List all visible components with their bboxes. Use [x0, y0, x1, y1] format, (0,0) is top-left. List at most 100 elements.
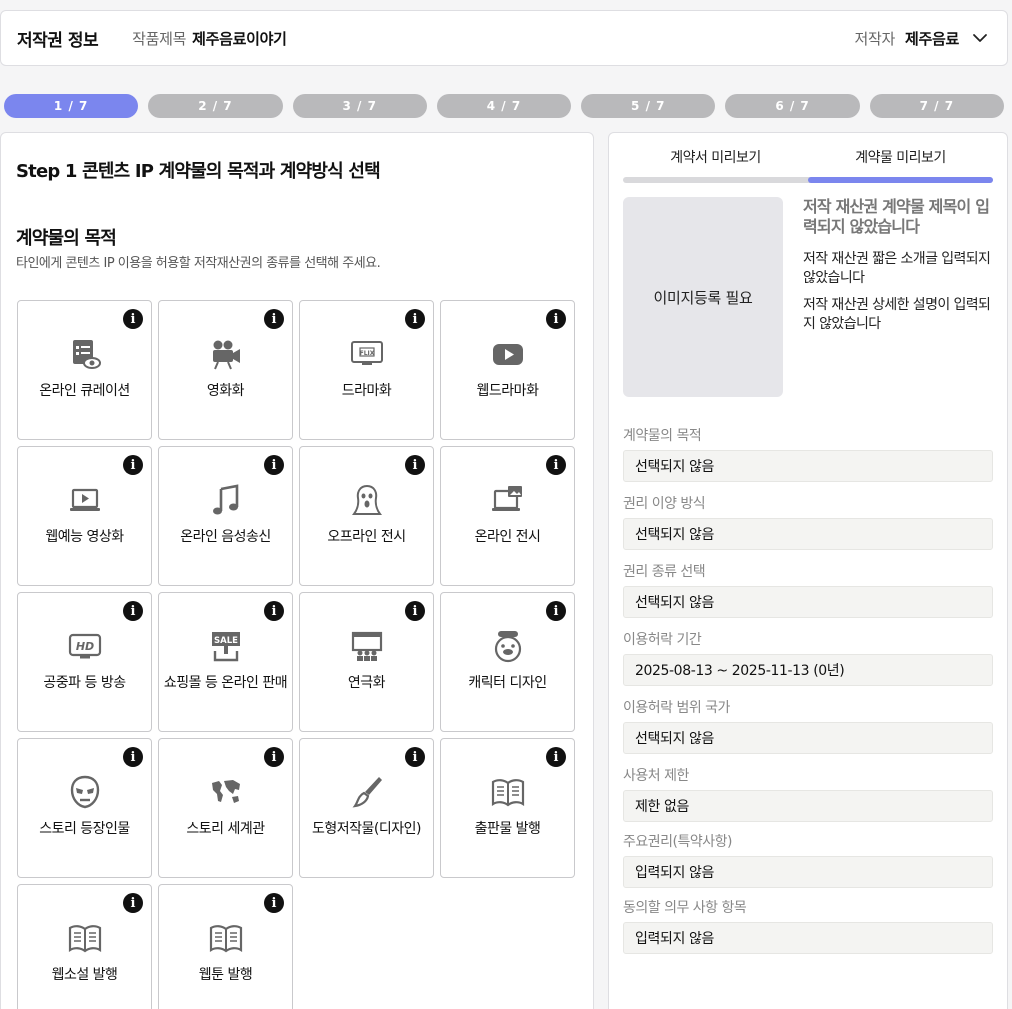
field-usage-restriction: 사용처 제한 제한 없음 — [623, 765, 993, 822]
info-icon[interactable]: i — [546, 455, 566, 475]
info-icon[interactable]: i — [264, 893, 284, 913]
laptop-play-icon — [68, 483, 102, 517]
step-6[interactable]: 6 / 7 — [725, 94, 860, 118]
step-7[interactable]: 7 / 7 — [869, 94, 1004, 118]
purpose-label: 오프라인 전시 — [327, 529, 406, 545]
info-icon[interactable]: i — [405, 309, 425, 329]
laptop-image-icon — [491, 483, 525, 517]
info-icon[interactable]: i — [405, 747, 425, 767]
step-2[interactable]: 2 / 7 — [148, 94, 283, 118]
online-curation-icon — [68, 337, 102, 371]
tab-work-preview[interactable]: 계약물 미리보기 — [808, 147, 993, 171]
purpose-card-web-drama[interactable]: i 웹드라마화 — [440, 300, 575, 440]
info-icon[interactable]: i — [264, 747, 284, 767]
info-icon[interactable]: i — [405, 455, 425, 475]
tab-indicator — [623, 177, 993, 183]
purpose-label: 연극화 — [347, 675, 386, 691]
tab-contract-preview[interactable]: 계약서 미리보기 — [623, 147, 808, 171]
info-icon[interactable]: i — [546, 309, 566, 329]
field-value: 입력되지 않음 — [623, 856, 993, 888]
step-title: Step 1 콘텐츠 IP 계약물의 목적과 계약방식 선택 — [16, 161, 381, 182]
purpose-label: 웹소설 발행 — [51, 967, 118, 983]
work-title-value: 제주음료이야기 — [192, 29, 287, 48]
field-obligations: 동의할 의무 사항 항목 입력되지 않음 — [623, 897, 993, 954]
info-icon[interactable]: i — [264, 309, 284, 329]
image-placeholder[interactable]: 이미지등록 필요 — [623, 197, 783, 397]
copyright-info-header: 저작권 정보 작품제목 제주음료이야기 저작자 제주음료 — [0, 10, 1008, 66]
purpose-label: 출판물 발행 — [474, 821, 541, 837]
hd-tv-icon: HD — [68, 629, 102, 663]
purpose-label: 웹드라마화 — [476, 383, 539, 399]
sale-sign-icon: SALE — [209, 629, 243, 663]
field-right-type: 권리 종류 선택 선택되지 않음 — [623, 561, 993, 618]
purpose-card-online-curation[interactable]: i 온라인 큐레이션 — [17, 300, 152, 440]
svg-text:SALE: SALE — [214, 636, 238, 646]
purpose-card-publication[interactable]: i 출판물 발행 — [440, 738, 575, 878]
purpose-card-web-variety[interactable]: i 웹예능 영상화 — [17, 446, 152, 586]
step-1[interactable]: 1 / 7 — [4, 94, 139, 118]
field-value: 선택되지 않음 — [623, 722, 993, 754]
purpose-card-movie[interactable]: i 영화화 — [158, 300, 293, 440]
svg-text:HD: HD — [75, 640, 93, 653]
step-panel: Step 1 콘텐츠 IP 계약물의 목적과 계약방식 선택 계약물의 목적 타… — [0, 132, 594, 1009]
field-purpose: 계약물의 목적 선택되지 않음 — [623, 425, 993, 482]
field-special-terms: 주요권리(특약사항) 입력되지 않음 — [623, 831, 993, 888]
open-book-icon — [491, 775, 525, 809]
section-title: 계약물의 목적 — [16, 228, 117, 249]
info-icon[interactable]: i — [123, 309, 143, 329]
work-title: 작품제목 제주음료이야기 — [132, 28, 287, 49]
movie-camera-icon — [209, 337, 243, 371]
purpose-label: 쇼핑몰 등 온라인 판매 — [163, 675, 288, 691]
purpose-label: 드라마화 — [341, 383, 392, 399]
purpose-card-figure-design[interactable]: i 도형저작물(디자인) — [299, 738, 434, 878]
purpose-card-web-novel[interactable]: i 웹소설 발행 — [17, 884, 152, 1009]
purpose-card-theater[interactable]: i 연극화 — [299, 592, 434, 732]
info-icon[interactable]: i — [264, 455, 284, 475]
field-value: 제한 없음 — [623, 790, 993, 822]
field-license-period: 이용허락 기간 2025-08-13 ~ 2025-11-13 (0년) — [623, 629, 993, 686]
info-icon[interactable]: i — [123, 747, 143, 767]
field-value: 2025-08-13 ~ 2025-11-13 (0년) — [623, 654, 993, 686]
theater-stage-icon — [350, 629, 384, 663]
page-title: 저작권 정보 — [17, 30, 99, 51]
purpose-card-online-exhibition[interactable]: i 온라인 전시 — [440, 446, 575, 586]
chevron-down-icon — [973, 34, 987, 42]
step-3[interactable]: 3 / 7 — [292, 94, 427, 118]
purpose-label: 캐릭터 디자인 — [468, 675, 547, 691]
preview-short-intro: 저작 재산권 짧은 소개글 입력되지 않았습니다 — [803, 251, 991, 286]
info-icon[interactable]: i — [405, 601, 425, 621]
field-license-country: 이용허락 범위 국가 선택되지 않음 — [623, 697, 993, 754]
field-value: 선택되지 않음 — [623, 450, 993, 482]
field-label: 권리 이양 방식 — [623, 496, 706, 512]
purpose-card-online-audio[interactable]: i 온라인 음성송신 — [158, 446, 293, 586]
purpose-card-story-character[interactable]: i 스토리 등장인물 — [17, 738, 152, 878]
purpose-card-offline-exhibition[interactable]: i 오프라인 전시 — [299, 446, 434, 586]
purpose-card-story-world[interactable]: i 스토리 세계관 — [158, 738, 293, 878]
purpose-card-character-design[interactable]: i 캐릭터 디자인 — [440, 592, 575, 732]
open-book-icon — [68, 921, 102, 955]
info-icon[interactable]: i — [123, 601, 143, 621]
purpose-label: 공중파 등 방송 — [43, 675, 126, 691]
info-icon[interactable]: i — [546, 601, 566, 621]
field-value: 입력되지 않음 — [623, 922, 993, 954]
character-face-icon — [491, 629, 525, 663]
active-tab-indicator — [808, 177, 993, 183]
author-dropdown[interactable]: 저작자 제주음료 — [854, 28, 989, 49]
info-icon[interactable]: i — [123, 893, 143, 913]
purpose-card-online-sales[interactable]: i SALE 쇼핑몰 등 온라인 판매 — [158, 592, 293, 732]
info-icon[interactable]: i — [264, 601, 284, 621]
work-title-label: 작품제목 — [132, 29, 187, 48]
purpose-card-broadcast[interactable]: i HD 공중파 등 방송 — [17, 592, 152, 732]
purpose-card-drama[interactable]: i FLIX 드라마화 — [299, 300, 434, 440]
step-4[interactable]: 4 / 7 — [436, 94, 572, 118]
purpose-label: 스토리 세계관 — [186, 821, 265, 837]
field-label: 계약물의 목적 — [623, 428, 702, 444]
section-description: 타인에게 콘텐츠 IP 이용을 허용할 저작재산권의 종류를 선택해 주세요. — [16, 256, 381, 271]
step-5[interactable]: 5 / 7 — [581, 94, 716, 118]
info-icon[interactable]: i — [123, 455, 143, 475]
info-icon[interactable]: i — [546, 747, 566, 767]
purpose-label: 영화화 — [206, 383, 245, 399]
purpose-card-webtoon[interactable]: i 웹툰 발행 — [158, 884, 293, 1009]
purpose-label: 온라인 전시 — [474, 529, 541, 545]
field-value: 선택되지 않음 — [623, 518, 993, 550]
